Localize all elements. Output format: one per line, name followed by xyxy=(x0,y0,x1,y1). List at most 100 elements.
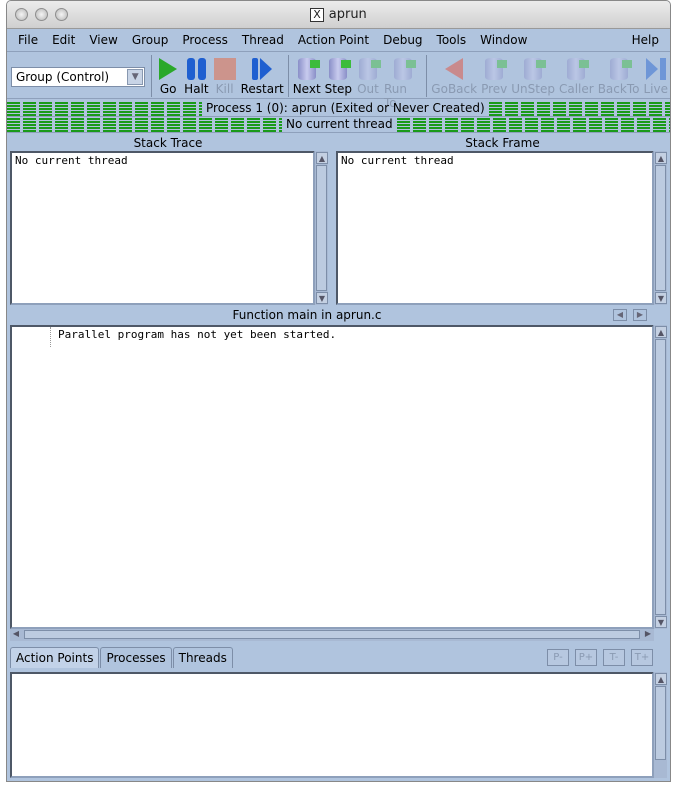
scroll-up-icon[interactable]: ▲ xyxy=(316,152,328,164)
stack-frame-pane[interactable]: No current thread xyxy=(336,151,654,305)
caller-button[interactable]: Caller xyxy=(557,56,596,96)
button-label: Halt xyxy=(184,82,209,96)
menu-thread[interactable]: Thread xyxy=(235,30,291,51)
button-label: Step xyxy=(324,82,352,96)
scroll-down-icon[interactable]: ▼ xyxy=(655,292,667,304)
scroll-thumb[interactable] xyxy=(655,686,666,760)
menu-window[interactable]: Window xyxy=(473,30,534,51)
scroll-left-icon[interactable]: ◀ xyxy=(10,629,22,641)
button-pminus[interactable]: P- xyxy=(547,649,569,666)
scroll-thumb[interactable] xyxy=(655,165,666,291)
window-title: aprun xyxy=(328,7,367,22)
process-status-bars xyxy=(488,101,670,116)
stack-frame-scrollbar[interactable]: ▲ ▼ xyxy=(653,151,667,305)
toolbar: Group (Control) ▼ Go Halt Kill Restart Next St… xyxy=(7,53,670,110)
backto-button[interactable]: BackTo xyxy=(596,56,642,96)
scroll-thumb[interactable] xyxy=(655,339,666,615)
out-button[interactable]: Out xyxy=(354,56,382,96)
menu-group[interactable]: Group xyxy=(125,30,176,51)
menu-file[interactable]: File xyxy=(11,30,45,51)
x11-icon: X xyxy=(310,8,324,22)
next-button[interactable]: Next xyxy=(291,56,323,96)
process-status-text: Process 1 (0): aprun (Exited or Never Cr… xyxy=(206,101,485,115)
bottom-tabs: Action Points Processes Threads xyxy=(10,647,234,668)
kill-button[interactable]: Kill xyxy=(211,56,239,96)
stop-icon xyxy=(213,56,237,82)
thread-status-bars xyxy=(396,117,670,132)
process-status-bars xyxy=(7,101,202,116)
stack-frame-text: No current thread xyxy=(341,154,454,167)
prev-button[interactable]: Prev xyxy=(479,56,509,96)
forward-arrow-icon[interactable]: ▶ xyxy=(633,309,647,321)
close-button[interactable] xyxy=(15,8,28,21)
step-icon xyxy=(326,56,352,82)
menu-view[interactable]: View xyxy=(82,30,124,51)
caller-icon xyxy=(564,56,590,82)
source-vertical-scrollbar[interactable]: ▲ ▼ xyxy=(653,325,667,629)
scroll-up-icon[interactable]: ▲ xyxy=(655,673,667,685)
toolbar-separator xyxy=(426,55,428,97)
unstep-button[interactable]: UnStep xyxy=(509,56,557,96)
menu-tools[interactable]: Tools xyxy=(430,30,474,51)
source-text: Parallel program has not yet been starte… xyxy=(58,328,337,341)
scroll-down-icon[interactable]: ▼ xyxy=(316,292,328,304)
tab-processes[interactable]: Processes xyxy=(100,647,172,668)
button-tminus[interactable]: T- xyxy=(603,649,625,666)
menu-help[interactable]: Help xyxy=(625,30,666,51)
scroll-right-icon[interactable]: ▶ xyxy=(642,629,654,641)
restart-button[interactable]: Restart xyxy=(239,56,286,96)
menu-process[interactable]: Process xyxy=(175,30,235,51)
button-label: Go xyxy=(159,82,177,96)
button-label: UnStep xyxy=(511,82,555,96)
menu-debug[interactable]: Debug xyxy=(376,30,429,51)
menu-action-point[interactable]: Action Point xyxy=(291,30,376,51)
prev-icon xyxy=(482,56,508,82)
stack-trace-scrollbar[interactable]: ▲ ▼ xyxy=(314,151,328,305)
stack-trace-pane[interactable]: No current thread xyxy=(10,151,315,305)
backto-icon xyxy=(607,56,632,82)
button-label: Live xyxy=(643,82,668,96)
unstep-icon xyxy=(521,56,547,82)
gutter-divider xyxy=(50,327,51,347)
scroll-up-icon[interactable]: ▲ xyxy=(655,152,667,164)
source-pane[interactable]: Parallel program has not yet been starte… xyxy=(10,325,654,629)
back-arrow-icon[interactable]: ◀ xyxy=(613,309,627,321)
minimize-button[interactable] xyxy=(35,8,48,21)
go-button[interactable]: Go xyxy=(154,56,182,96)
title-bar: Xaprun xyxy=(7,1,670,29)
scroll-down-icon[interactable]: ▼ xyxy=(655,616,667,628)
zoom-button[interactable] xyxy=(55,8,68,21)
button-label: GoBack xyxy=(431,82,478,96)
stack-frame-header: Stack Frame xyxy=(465,136,540,150)
toolbar-separator xyxy=(287,55,289,97)
group-select[interactable]: Group (Control) ▼ xyxy=(11,67,146,87)
goback-button[interactable]: GoBack xyxy=(429,56,479,96)
debugger-window: Xaprun File Edit View Group Process Thread Act… xyxy=(6,0,671,782)
source-horizontal-scrollbar[interactable]: ◀ ▶ xyxy=(10,629,654,641)
menu-edit[interactable]: Edit xyxy=(45,30,82,51)
button-tplus[interactable]: T+ xyxy=(631,649,653,666)
tab-threads[interactable]: Threads xyxy=(172,647,233,668)
button-label: Prev xyxy=(481,82,508,96)
stack-trace-header: Stack Trace xyxy=(133,136,203,150)
menu-bar: File Edit View Group Process Thread Action Poi… xyxy=(7,30,670,52)
live-icon xyxy=(644,56,668,82)
halt-button[interactable]: Halt xyxy=(182,56,210,96)
step-button[interactable]: Step xyxy=(323,56,354,96)
button-pplus[interactable]: P+ xyxy=(575,649,597,666)
button-label: Restart xyxy=(240,82,284,96)
button-label: Kill xyxy=(215,82,234,96)
run-to-icon xyxy=(391,56,417,82)
group-select-value: Group (Control) xyxy=(16,70,110,84)
scroll-up-icon[interactable]: ▲ xyxy=(655,326,667,338)
chevron-down-icon[interactable]: ▼ xyxy=(127,69,144,85)
tab-action-points[interactable]: Action Points xyxy=(10,647,100,668)
scroll-thumb[interactable] xyxy=(316,165,327,291)
button-label: BackTo xyxy=(597,82,640,96)
thread-status-text: No current thread xyxy=(286,117,393,131)
bottom-scrollbar[interactable]: ▲ xyxy=(653,672,667,778)
bottom-pane[interactable] xyxy=(10,672,654,778)
live-button[interactable]: Live xyxy=(641,56,670,96)
scroll-thumb[interactable] xyxy=(24,630,640,639)
toolbar-separator xyxy=(151,55,153,97)
